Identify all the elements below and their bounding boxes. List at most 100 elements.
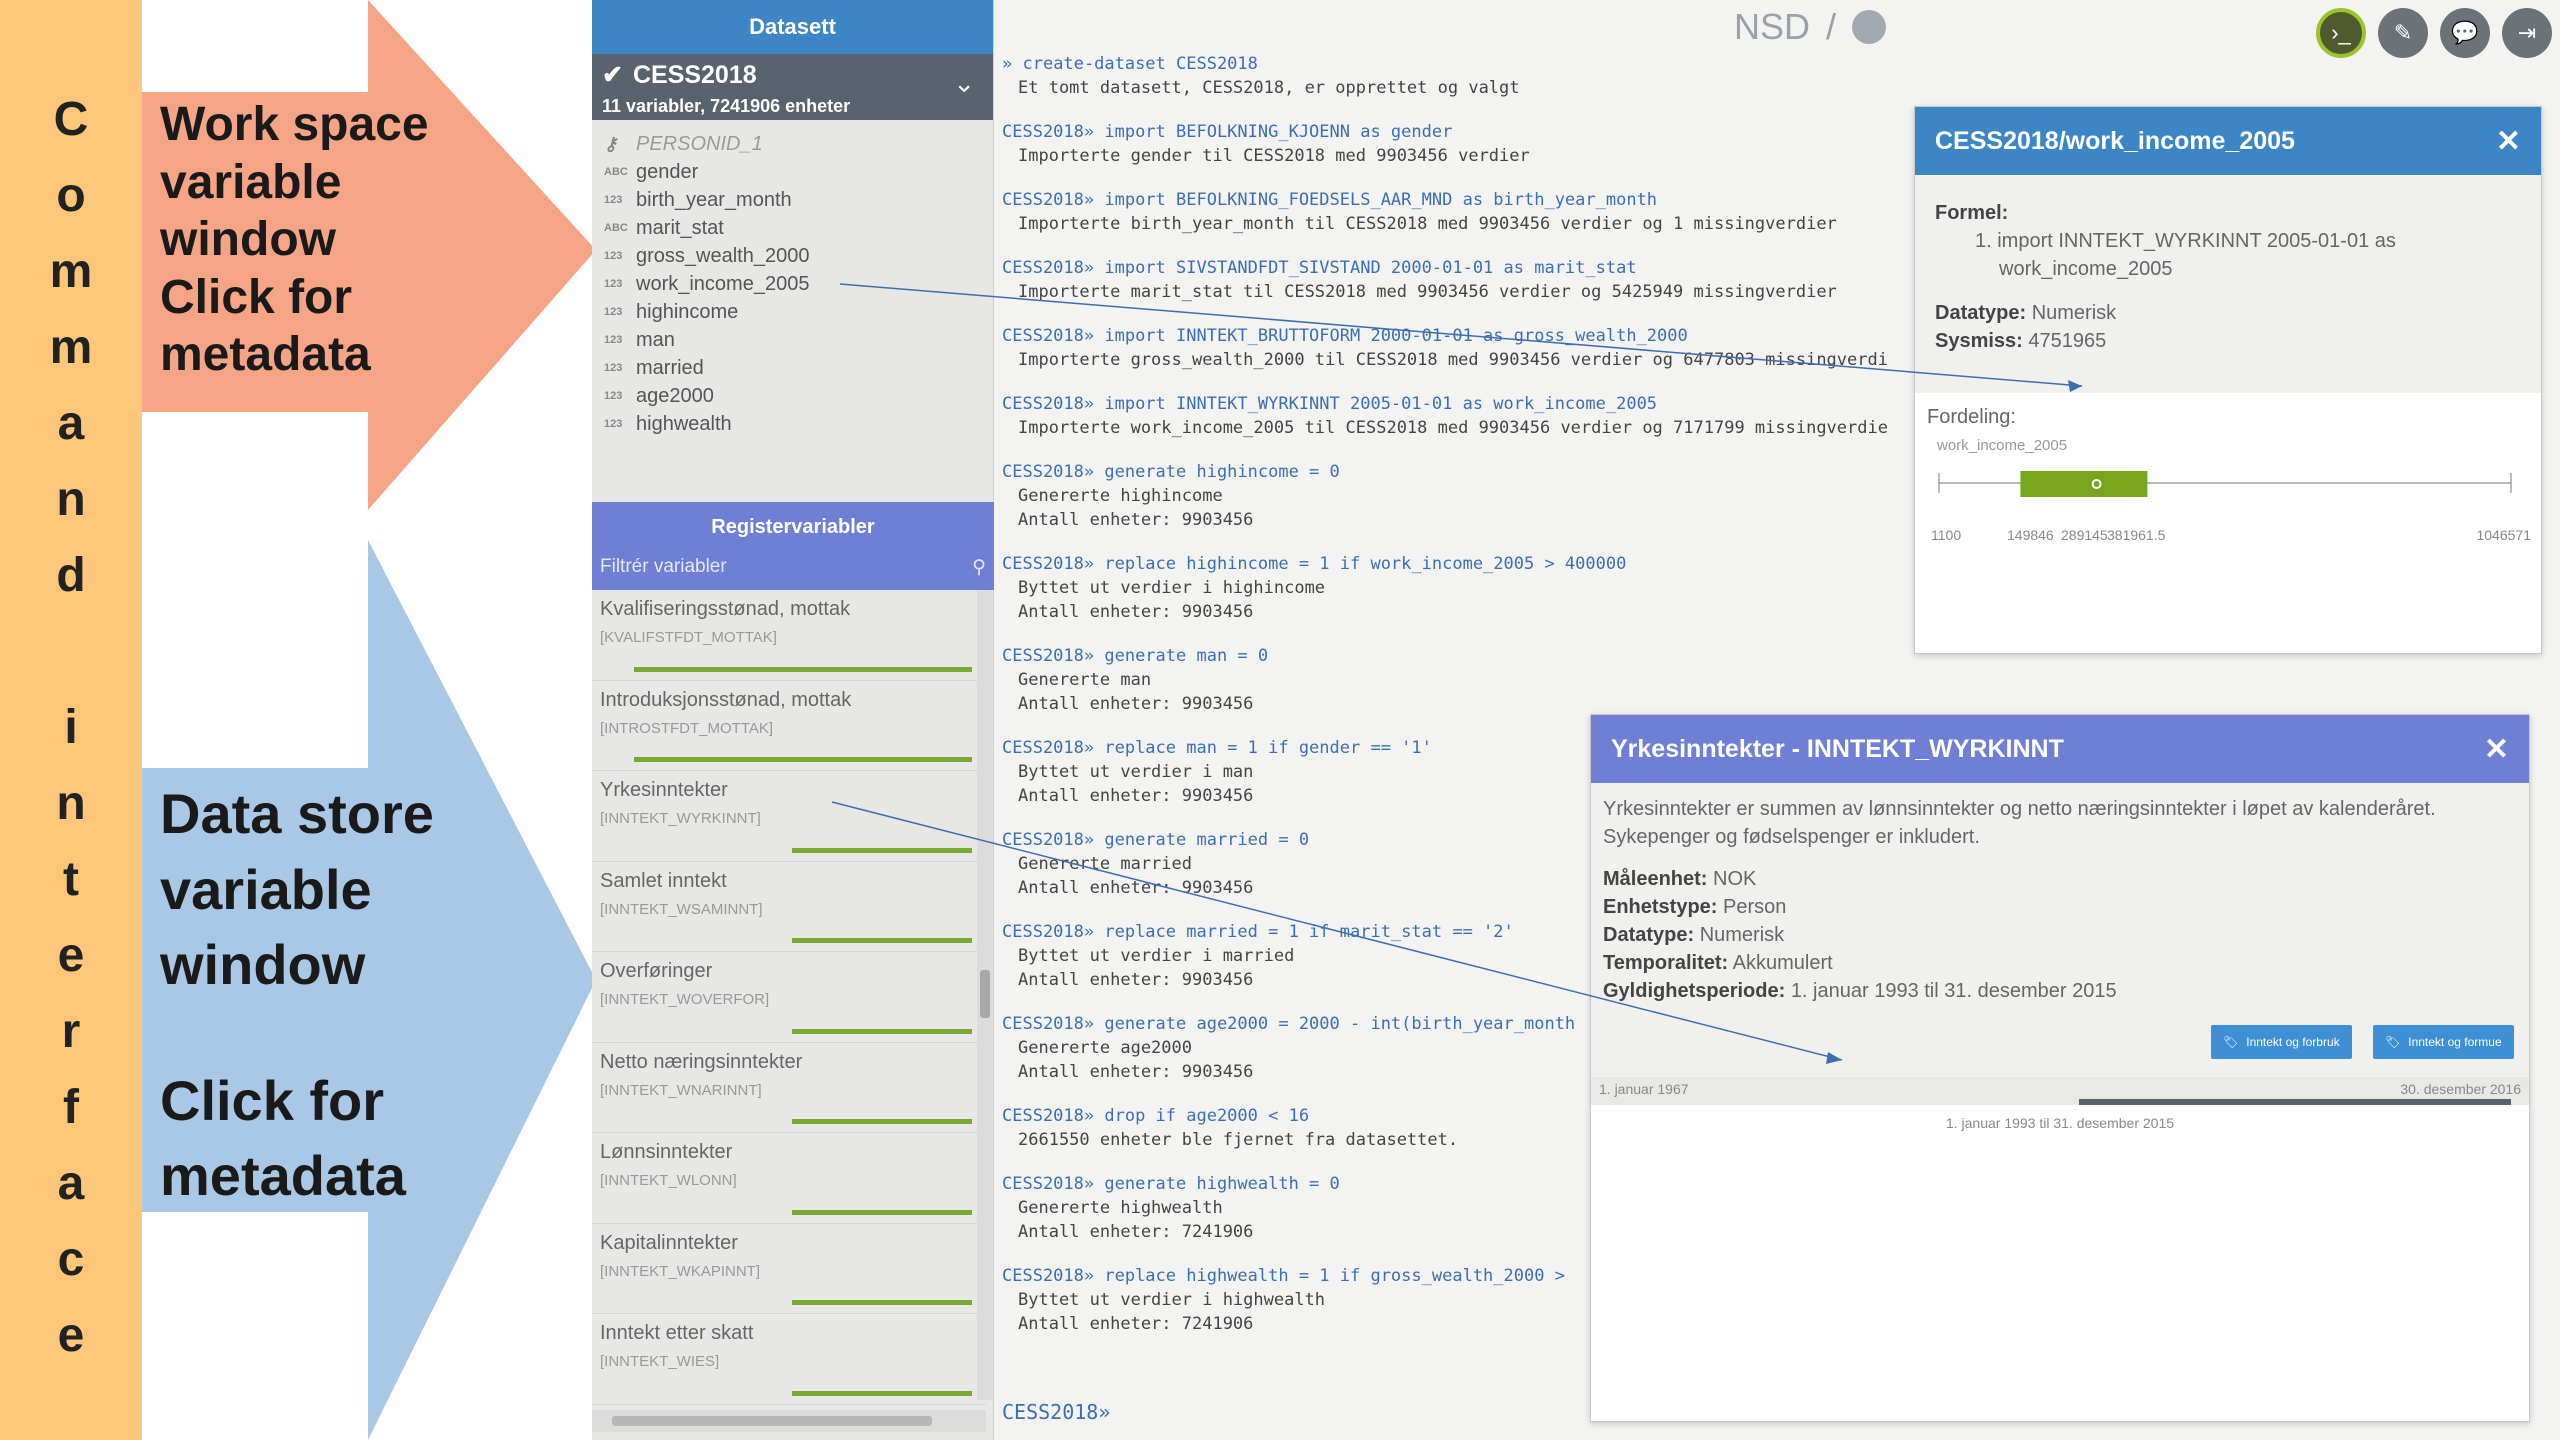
workspace-variable[interactable]: 123 highwealth: [604, 410, 993, 438]
register-variable[interactable]: Introduksjonsstønad, mottak [INTROSTFDT_M…: [592, 681, 986, 771]
text-type-icon: ABC: [604, 166, 628, 178]
brand-circle-icon: [1852, 10, 1887, 44]
chevron-down-icon[interactable]: ⌄: [953, 68, 975, 99]
register-variable[interactable]: Lønnsinntekter [INNTEKT_WLONN]: [592, 1133, 986, 1224]
vertical-scrollbar[interactable]: [977, 590, 993, 1400]
register-variable[interactable]: Overføringer [INNTEKT_WOVERFOR]: [592, 952, 986, 1043]
workspace-variable[interactable]: 123 gross_wealth_2000: [604, 242, 993, 270]
workspace-variable[interactable]: ABC marit_stat: [604, 214, 993, 242]
register-variable[interactable]: Kapitalinntekter [INNTEKT_WKAPINNT]: [592, 1224, 986, 1314]
formula-text: 1. import INNTEKT_WYRKINNT 2005-01-01 as: [1975, 230, 2396, 252]
left-panel: Datasett ✔ CESS2018 11 variabler, 724190…: [592, 0, 994, 1440]
formula-text-cont: work_income_2005: [1999, 258, 2173, 280]
numeric-type-icon: 123: [604, 250, 623, 262]
command-letter: f: [63, 1081, 79, 1134]
register-variable-code: [INNTEKT_WLONN]: [600, 1172, 737, 1189]
box-iqr: [2020, 471, 2148, 497]
register-variable-name: Kapitalinntekter: [600, 1231, 738, 1254]
workspace-variable[interactable]: 123 married: [604, 354, 993, 382]
variable-name: married: [636, 356, 704, 379]
command-letter: [0, 614, 142, 690]
popup-header: Yrkesinntekter - INNTEKT_WYRKINNT ✕: [1591, 715, 2529, 783]
dataset-header: Datasett: [592, 0, 993, 54]
register-variable[interactable]: Inntekt etter skatt [INNTEKT_WIES]: [592, 1314, 986, 1405]
command-interface-label: Commandinterface: [0, 82, 142, 1374]
coverage-bar: [792, 938, 972, 943]
register-variable[interactable]: Yrkesinntekter [INNTEKT_WYRKINNT]: [592, 771, 986, 862]
timeline: 1. januar 1967 30. desember 2016: [1591, 1077, 2529, 1105]
workspace-variable[interactable]: 123 work_income_2005: [604, 270, 993, 298]
median-point: [2091, 479, 2102, 489]
workspace-variable[interactable]: ⚷ PERSONID_1: [604, 130, 993, 158]
register-variable-name: Overføringer: [600, 960, 713, 982]
workspace-variable[interactable]: 123 birth_year_month: [604, 186, 993, 214]
register-variable[interactable]: Samlet inntekt [INNTEKT_WSAMINNT]: [592, 862, 986, 952]
coverage-bar: [633, 757, 972, 762]
close-icon[interactable]: ✕: [2496, 124, 2521, 159]
datastore-variable-popup: Yrkesinntekter - INNTEKT_WYRKINNT ✕ Yrke…: [1590, 714, 2530, 1422]
command-letter: t: [63, 853, 79, 906]
edit-button[interactable]: ✎: [2378, 8, 2428, 58]
register-variable-name: Inntekt etter skatt: [600, 1322, 754, 1344]
command-letter: n: [56, 473, 86, 526]
register-variable-code: [INNTEKT_WYRKINNT]: [600, 810, 761, 827]
command-letter: a: [57, 1157, 85, 1210]
command-letter: i: [64, 701, 78, 754]
variable-name: age2000: [636, 384, 714, 407]
command-letter: r: [61, 1005, 81, 1058]
command-output: Genererte man: [1018, 670, 1152, 690]
search-icon[interactable]: ⚲: [972, 556, 986, 579]
coverage-bar: [792, 1390, 972, 1396]
register-variable-code: [INTROSTFDT_MOTTAK]: [600, 719, 774, 737]
workspace-variable[interactable]: 123 age2000: [604, 382, 993, 410]
command-entry: » create-dataset CESS2018 Et tomt dataset…: [1002, 52, 2560, 100]
command-output: Antall enheter: 9903456: [1018, 694, 1254, 714]
coverage-bar: [792, 847, 972, 853]
dataset-name: CESS2018: [632, 60, 757, 89]
command-output: Et tomt datasett, CESS2018, er opprettet…: [1018, 78, 1520, 98]
coverage-bar: [792, 1028, 972, 1034]
workspace-variable-list: ⚷ PERSONID_1 ABC gender 123 birth_year_month A…: [592, 120, 993, 438]
register-variable-name: Netto næringsinntekter: [600, 1050, 803, 1073]
horizontal-scrollbar[interactable]: [592, 1410, 986, 1432]
workspace-variable[interactable]: 123 man: [604, 326, 993, 354]
dataset-selector[interactable]: ✔ CESS2018 11 variabler, 7241906 enheter…: [592, 54, 993, 120]
register-variable[interactable]: Kvalifiseringsstønad, mottak [KVALIFSTFDT…: [592, 590, 986, 681]
coverage-bar: [792, 1209, 972, 1215]
popup-title: CESS2018/work_income_2005: [1935, 126, 2295, 155]
register-title: Registervariabler: [711, 516, 875, 538]
variable-name: work_income_2005: [636, 272, 810, 295]
tag-income-wealth[interactable]: 🏷 Inntekt og formue: [2373, 1025, 2514, 1059]
workspace-variable-popup: CESS2018/work_income_2005 ✕ Formel: 1. i…: [1914, 106, 2542, 654]
register-variable-code: [INNTEKT_WSAMINNT]: [600, 900, 763, 918]
close-icon[interactable]: ✕: [2484, 732, 2509, 767]
check-icon: ✔: [602, 61, 623, 89]
tag-income-consumption[interactable]: 🏷 Inntekt og forbruk: [2211, 1025, 2352, 1059]
brand-logo: NSD /: [1734, 6, 1887, 48]
terminal-button[interactable]: ›_: [2316, 8, 2366, 58]
command-entry: CESS2018» generate man = 0 Genererte man A…: [1002, 644, 2560, 716]
distribution-panel: Fordeling: work_income_2005 1100 149846 …: [1915, 393, 2541, 653]
workspace-variable[interactable]: ABC gender: [604, 158, 993, 186]
text-type-icon: ABC: [604, 222, 628, 234]
popup-title: Yrkesinntekter - INNTEKT_WYRKINNT: [1611, 734, 2064, 763]
chat-button[interactable]: 💬: [2440, 8, 2490, 58]
register-variable[interactable]: Netto næringsinntekter [INNTEKT_WNARINNT]: [592, 1043, 986, 1133]
command-letter: e: [57, 1309, 85, 1362]
numeric-type-icon: 123: [604, 362, 623, 374]
register-variable-code: [INNTEKT_WNARINNT]: [600, 1081, 762, 1099]
command-letter: m: [49, 245, 93, 298]
workspace-annotation: Work space variable window Click for met…: [160, 98, 429, 382]
logout-button[interactable]: ⇥: [2502, 8, 2552, 58]
command-letter: o: [56, 169, 86, 222]
register-variable-name: Kvalifiseringsstønad, mottak: [600, 598, 851, 620]
command-letter: c: [57, 1233, 85, 1286]
command-input[interactable]: CESS2018»: [1002, 1400, 1110, 1424]
coverage-bar: [792, 1119, 972, 1124]
command-letter: a: [57, 397, 85, 450]
variable-name: marit_stat: [636, 216, 724, 239]
workspace-variable[interactable]: 123 highincome: [604, 298, 993, 326]
filter-input[interactable]: Filtrér variabler ⚲: [600, 552, 986, 582]
numeric-type-icon: 123: [604, 194, 623, 206]
register-header: Registervariabler Filtrér variabler ⚲: [592, 502, 994, 590]
